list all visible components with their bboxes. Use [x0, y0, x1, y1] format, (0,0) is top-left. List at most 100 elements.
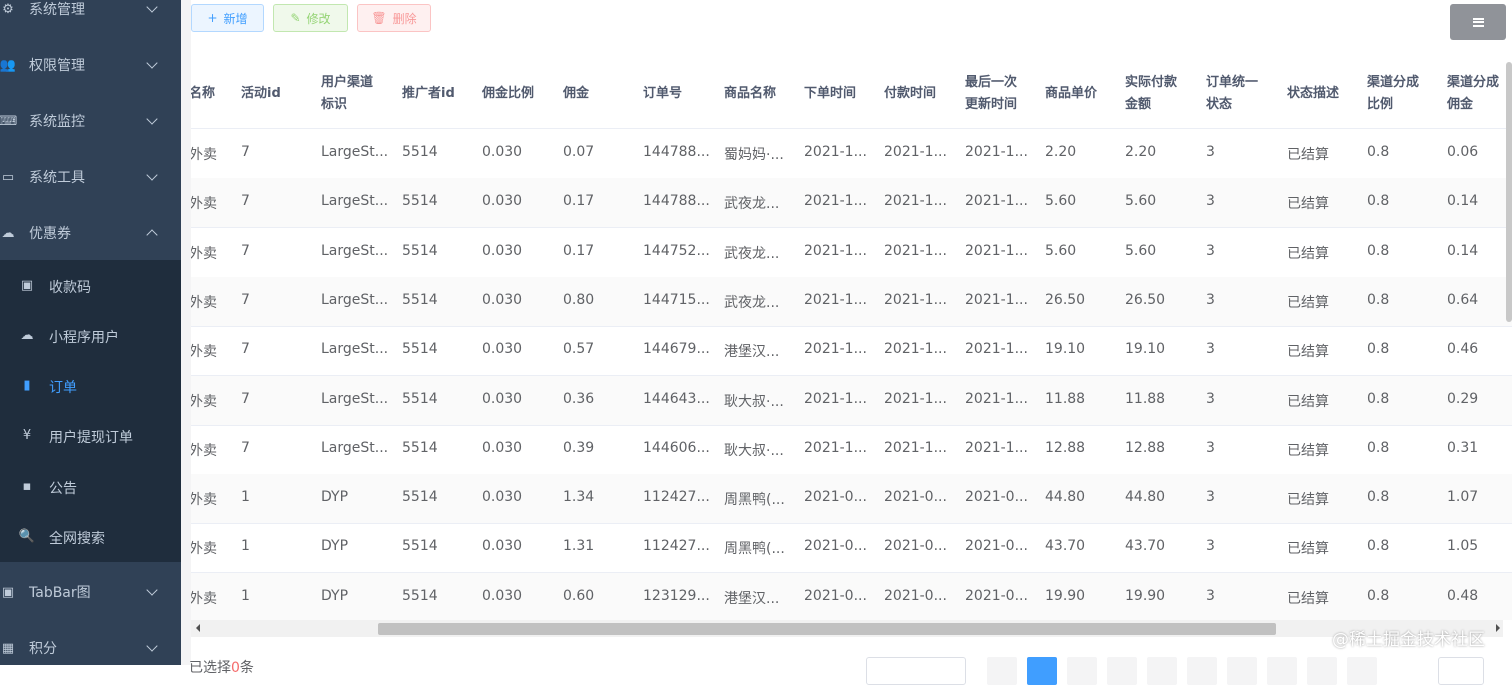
column-header[interactable]: 状态描述 — [1287, 83, 1339, 105]
table-cell: 0.8 — [1367, 390, 1390, 407]
table-cell: 外卖 — [191, 294, 217, 311]
page-size-select[interactable] — [866, 657, 966, 685]
column-header[interactable]: 佣金比例 — [482, 83, 534, 105]
submenu-item-bar-chart[interactable]: ▮ 订单 — [0, 361, 181, 411]
table-row[interactable]: 外卖 1 DYP 5514 0.030 1.31 112427... 周黑鸭(... 2021-… — [191, 523, 1512, 574]
pagination-button[interactable] — [1227, 657, 1257, 685]
column-header[interactable]: 渠道分成 佣金 — [1447, 72, 1499, 116]
table-cell: 外卖 — [191, 147, 217, 163]
pagination-button[interactable] — [1027, 657, 1057, 685]
sidebar-menu-toolbox[interactable]: ▭ 系统工具 — [0, 149, 181, 205]
column-header-text: 标识 — [321, 97, 348, 112]
search-icon: 🔍 — [18, 528, 36, 544]
column-header-text: 商品名称 — [724, 86, 777, 101]
table-cell: 144643... — [643, 390, 710, 407]
column-header[interactable]: 付款时间 — [884, 83, 936, 105]
column-header[interactable]: 商品名称 — [724, 83, 776, 105]
submenu-item-qrcode[interactable]: ▣ 收款码 — [0, 261, 181, 311]
table-row[interactable]: 外卖 7 LargeSt... 5514 0.030 0.39 144606... 耿大叔·.… — [191, 425, 1512, 475]
table-cell: 2021-1... — [965, 291, 1028, 308]
pagination-button[interactable] — [1347, 657, 1377, 685]
delete-button[interactable]: 🗑 删除 — [357, 4, 431, 32]
table-row[interactable]: 外卖 7 LargeSt... 5514 0.030 0.17 144788... 武夜龙..… — [191, 178, 1512, 229]
column-header[interactable]: 名称 — [191, 83, 215, 105]
table-cell: 112427... — [643, 538, 710, 555]
column-header[interactable]: 佣金 — [563, 83, 589, 105]
column-header[interactable]: 商品单价 — [1045, 83, 1097, 105]
sidebar-menu-image[interactable]: ▣ TabBar图 — [0, 564, 181, 620]
table-cell: 7 — [241, 193, 250, 210]
column-header[interactable]: 下单时间 — [804, 83, 856, 105]
pagination-button[interactable] — [1307, 657, 1337, 685]
column-header[interactable]: 渠道分成 比例 — [1367, 72, 1419, 116]
coupon-icon: ☁ — [1, 225, 15, 241]
table-row[interactable]: 外卖 7 LargeSt... 5514 0.030 0.07 144788... 蜀妈妈·.… — [191, 129, 1512, 179]
table-cell: 外卖 — [191, 590, 217, 607]
column-header[interactable]: 订单号 — [643, 83, 682, 105]
column-header[interactable]: 推广者id — [402, 83, 455, 105]
column-header-text: 佣金比例 — [482, 86, 535, 101]
column-header-text: 更新时间 — [965, 97, 1018, 112]
table-cell: 2021-1... — [965, 144, 1028, 160]
submenu-item-user[interactable]: ☁ 小程序用户 — [0, 311, 181, 361]
pagination-button[interactable] — [1187, 657, 1217, 685]
table-cell: 144606... — [643, 439, 710, 456]
column-header[interactable]: 订单统一 状态 — [1206, 72, 1258, 116]
table-row[interactable]: 外卖 7 LargeSt... 5514 0.030 0.80 144715... 武夜龙..… — [191, 276, 1512, 327]
page-jump-input[interactable] — [1438, 657, 1484, 685]
chevron-up-icon — [146, 229, 158, 241]
table-cell: 2021-1... — [884, 390, 947, 407]
table-cell: 2021-1... — [965, 341, 1028, 358]
table-cell: 2.20 — [1125, 144, 1157, 160]
table-cell: 外卖 — [191, 245, 217, 262]
sidebar-menu-coupon[interactable]: ☁ 优惠券 — [0, 205, 181, 261]
table-cell: 11.88 — [1125, 390, 1166, 407]
column-header[interactable]: 实际付款 金额 — [1125, 72, 1177, 116]
table-row[interactable]: 外卖 7 LargeSt... 5514 0.030 0.17 144752... 武夜龙..… — [191, 228, 1512, 278]
column-header-text: 佣金 — [563, 86, 590, 101]
delete-button-label: 删除 — [392, 11, 417, 26]
column-header-text: 订单号 — [643, 86, 683, 101]
table-row[interactable]: 外卖 7 LargeSt... 5514 0.030 0.36 144643... 耿大叔·.… — [191, 375, 1512, 426]
submenu-item-label: 小程序用户 — [49, 330, 119, 346]
submenu-item-yen[interactable]: ¥ 用户提现订单 — [0, 411, 181, 461]
submenu-item-search[interactable]: 🔍 全网搜索 — [0, 512, 181, 562]
sidebar-menu-monitor[interactable]: ⌨ 系统监控 — [0, 93, 181, 149]
grid-icon: ▦ — [1, 640, 15, 656]
table-cell: 2021-1... — [804, 390, 867, 407]
pagination-button[interactable] — [1267, 657, 1297, 685]
table-cell: 12.88 — [1125, 439, 1166, 456]
pagination-button[interactable] — [1147, 657, 1177, 685]
sidebar-menu-users[interactable]: 👥 权限管理 — [0, 37, 181, 93]
table-cell: 3 — [1206, 341, 1215, 358]
sidebar-menu-grid[interactable]: ▦ 积分 — [0, 620, 181, 665]
submenu-item-label: 订单 — [49, 380, 77, 396]
table-cell: 武夜龙... — [724, 245, 780, 262]
edit-button[interactable]: ✎ 修改 — [273, 4, 348, 32]
pagination-button[interactable] — [987, 657, 1017, 685]
table-cell: 12.88 — [1045, 439, 1086, 456]
table-row[interactable]: 外卖 1 DYP 5514 0.030 0.60 123129... 港堡汉... 2021-0… — [191, 572, 1512, 620]
sidebar-menu-gear[interactable]: ⚙ 系统管理 — [0, 0, 181, 37]
column-header[interactable]: 用户渠道 标识 — [321, 72, 373, 116]
submenu-item-message[interactable]: ▪ 公告 — [0, 462, 181, 512]
table-cell: 港堡汉... — [724, 344, 780, 361]
column-header[interactable]: 活动id — [241, 83, 281, 105]
column-toggle-button[interactable] — [1450, 4, 1506, 40]
horizontal-scroll-thumb[interactable] — [378, 623, 1276, 635]
column-header[interactable]: 最后一次 更新时间 — [965, 72, 1017, 116]
table-cell: 3 — [1206, 390, 1215, 407]
scroll-left-arrow-icon[interactable] — [196, 624, 200, 632]
pagination-button[interactable] — [1067, 657, 1097, 685]
table-row[interactable]: 外卖 7 LargeSt... 5514 0.030 0.57 144679... 港堡汉..… — [191, 326, 1512, 377]
table-row[interactable]: 外卖 1 DYP 5514 0.030 1.34 112427... 周黑鸭(... 2021-… — [191, 474, 1512, 525]
vertical-scrollbar[interactable] — [1506, 62, 1512, 322]
add-button[interactable]: + 新增 — [191, 4, 264, 32]
table-cell: 0.8 — [1367, 144, 1390, 160]
scroll-right-arrow-icon[interactable] — [1496, 624, 1500, 632]
table-cell: 周黑鸭(... — [724, 492, 785, 509]
pagination-button[interactable] — [1107, 657, 1137, 685]
table-cell: 2021-0... — [804, 587, 867, 604]
table-cell: 蜀妈妈·... — [724, 147, 784, 163]
table-cell: 1.31 — [563, 538, 595, 555]
